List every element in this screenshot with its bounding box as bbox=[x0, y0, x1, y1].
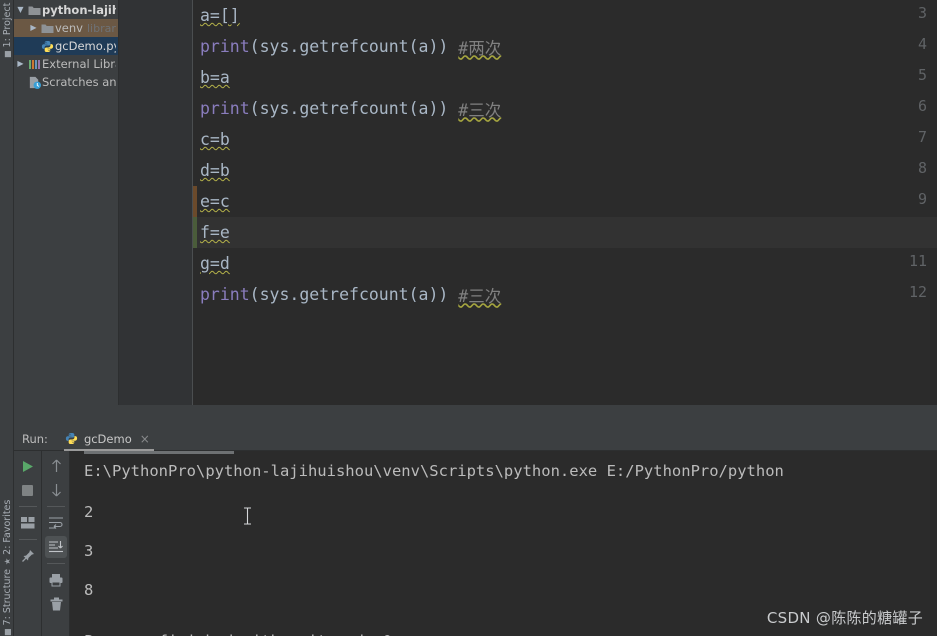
editor-bottom-filler bbox=[118, 405, 937, 427]
console-output-line: 8 bbox=[84, 581, 94, 599]
mouse-ibeam-cursor bbox=[243, 507, 252, 525]
code-line[interactable]: c=b bbox=[193, 124, 937, 155]
run-tool-window: Run: gcDemo × E:\PythonPro\python-lajihu… bbox=[14, 427, 937, 636]
tree-node-label: External Librar bbox=[42, 57, 116, 71]
vcs-change-marker[interactable] bbox=[193, 217, 197, 248]
code-line[interactable]: d=b bbox=[193, 155, 937, 186]
scroll-to-end-button[interactable] bbox=[45, 536, 67, 558]
run-toolbar-left bbox=[14, 451, 42, 636]
tree-node-label: venv bbox=[55, 21, 83, 35]
console-command-line: E:\PythonPro\python-lajihuishou\venv\Scr… bbox=[84, 462, 784, 480]
spacer: ■ bbox=[27, 42, 40, 50]
code-line[interactable]: g=d bbox=[193, 248, 937, 279]
clear-all-button[interactable] bbox=[45, 593, 67, 615]
code-comment: #三次 bbox=[458, 286, 502, 306]
code-line[interactable]: b=a bbox=[193, 62, 937, 93]
up-button[interactable] bbox=[45, 455, 67, 477]
code-line[interactable]: e=c bbox=[193, 186, 937, 217]
close-icon[interactable]: × bbox=[140, 432, 150, 446]
code-text: f=e bbox=[200, 223, 230, 242]
tree-node-label: gcDemo.py bbox=[55, 39, 116, 53]
tree-node-external-libraries[interactable]: ▶ External Librar bbox=[14, 55, 118, 73]
library-icon bbox=[27, 59, 42, 70]
code-text: (sys.getrefcount(a)) bbox=[249, 99, 449, 118]
console-output-line: 3 bbox=[84, 542, 94, 560]
down-button[interactable] bbox=[45, 479, 67, 501]
console-scrollbar-thumb[interactable] bbox=[84, 451, 234, 454]
ide-window: ■ 1: Project ★ 2: Favorites ■ 7: Structu… bbox=[0, 0, 937, 636]
chevron-down-icon[interactable]: ▼ bbox=[14, 6, 27, 14]
console-status-line: Process finished with exit code 0 bbox=[84, 632, 392, 636]
code-keyword: print bbox=[200, 99, 250, 118]
run-tab-gcdemo[interactable]: gcDemo × bbox=[60, 427, 156, 451]
sidebar-tab-structure-label: 7: Structure bbox=[2, 568, 13, 626]
code-comment: #两次 bbox=[458, 38, 502, 58]
toolbar-divider bbox=[47, 506, 65, 507]
rerun-button[interactable] bbox=[17, 455, 39, 477]
code-line[interactable]: a=[] bbox=[193, 0, 937, 31]
run-tab-title: gcDemo bbox=[83, 431, 132, 446]
sidebar-tab-favorites[interactable]: ★ 2: Favorites bbox=[2, 500, 13, 565]
editor-gutter[interactable] bbox=[118, 0, 178, 405]
code-text: (sys.getrefcount(a)) bbox=[249, 37, 449, 56]
editor-text-area[interactable]: a=[] print (sys.getrefcount(a)) #两次 b=a p… bbox=[193, 0, 937, 405]
stop-button[interactable] bbox=[17, 479, 39, 501]
code-line-current[interactable]: f=e bbox=[193, 217, 937, 248]
python-icon bbox=[64, 432, 79, 445]
code-text: g=d bbox=[200, 254, 230, 273]
code-keyword: print bbox=[200, 285, 250, 304]
code-text: b=a bbox=[200, 68, 230, 87]
project-icon: ■ bbox=[3, 50, 12, 58]
toolbar-divider bbox=[18, 539, 37, 540]
toolbar-divider bbox=[47, 563, 65, 564]
sidebar-tab-project-label: 1: Project bbox=[2, 2, 13, 48]
python-file-icon bbox=[40, 40, 55, 53]
code-text: a=[] bbox=[200, 6, 240, 25]
tree-node-project-root[interactable]: ▼ python-lajihu bbox=[14, 1, 118, 19]
folder-icon bbox=[40, 23, 55, 34]
code-text: e=c bbox=[200, 192, 230, 211]
chevron-right-icon[interactable]: ▶ bbox=[27, 24, 40, 32]
vcs-change-marker[interactable] bbox=[193, 186, 197, 217]
structure-icon: ■ bbox=[3, 628, 12, 636]
sidebar-tab-structure[interactable]: ■ 7: Structure bbox=[2, 569, 13, 636]
tree-node-scratches[interactable]: ■ Scratches and bbox=[14, 73, 118, 91]
tree-node-venv[interactable]: ▶ venv librar bbox=[14, 19, 118, 37]
run-tool-window-label: Run: bbox=[22, 431, 48, 446]
star-icon: ★ bbox=[3, 557, 12, 565]
sidebar-tab-project[interactable]: ■ 1: Project bbox=[2, 3, 13, 58]
project-tool-window[interactable]: ▼ python-lajihu ▶ venv librar ■ bbox=[14, 0, 118, 415]
csdn-watermark: CSDN @陈陈的糖罐子 bbox=[766, 609, 923, 627]
code-keyword: print bbox=[200, 37, 250, 56]
sidebar-tab-favorites-label: 2: Favorites bbox=[2, 499, 13, 555]
soft-wrap-button[interactable] bbox=[45, 512, 67, 534]
code-editor[interactable]: 3 4 5 6 7 8 9 10 11 12 a=[] print(sys.ge… bbox=[118, 0, 937, 405]
tree-node-gcdemo-py[interactable]: ■ gcDemo.py bbox=[14, 37, 118, 55]
editor-gutter-fold-strip[interactable] bbox=[178, 0, 193, 405]
code-comment: #三次 bbox=[458, 100, 502, 120]
console-output-line: 2 bbox=[84, 503, 94, 521]
code-text: c=b bbox=[200, 130, 230, 149]
pin-button[interactable] bbox=[17, 545, 39, 567]
scratches-icon bbox=[27, 76, 42, 89]
tree-node-label: Scratches and bbox=[42, 75, 116, 89]
chevron-right-icon[interactable]: ▶ bbox=[14, 60, 27, 68]
code-line[interactable]: print (sys.getrefcount(a)) #两次 bbox=[193, 31, 937, 62]
code-line[interactable]: print (sys.getrefcount(a)) #三次 bbox=[193, 93, 937, 124]
project-tree[interactable]: ▼ python-lajihu ▶ venv librar ■ bbox=[14, 0, 118, 91]
layout-button[interactable] bbox=[17, 512, 39, 534]
tree-node-sublabel: librar bbox=[86, 21, 116, 35]
toolbar-divider bbox=[18, 506, 37, 507]
folder-icon bbox=[27, 5, 42, 16]
code-text: (sys.getrefcount(a)) bbox=[249, 285, 449, 304]
code-line[interactable]: print (sys.getrefcount(a)) #三次 bbox=[193, 279, 937, 310]
print-button[interactable] bbox=[45, 569, 67, 591]
spacer: ■ bbox=[14, 78, 27, 86]
run-toolbar-right bbox=[43, 451, 70, 636]
tree-node-label: python-lajihu bbox=[42, 3, 116, 17]
tool-window-strip: ■ 1: Project ★ 2: Favorites ■ 7: Structu… bbox=[0, 0, 14, 636]
code-text: d=b bbox=[200, 161, 230, 180]
project-editor-splitter[interactable] bbox=[118, 0, 119, 405]
run-tool-window-header: Run: gcDemo × bbox=[14, 427, 937, 451]
